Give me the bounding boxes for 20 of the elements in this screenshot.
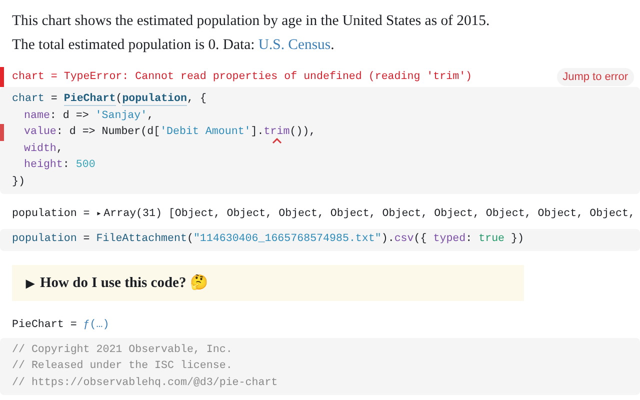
code-line: value: d => Number(d['Debit Amount'].trim()), [24, 124, 316, 140]
code-comment: // Copyright 2021 Observable, Inc. [12, 342, 232, 358]
code-line: name: d => 'Sanjay', [24, 108, 154, 124]
census-link[interactable]: U.S. Census [258, 37, 331, 53]
error-marker [0, 67, 4, 87]
details-summary[interactable]: How do I use this code? 🤔 [40, 274, 208, 292]
disclosure-toggle[interactable]: ▶ [26, 276, 34, 290]
code-line: }) [12, 174, 25, 190]
jump-to-error-button[interactable]: Jump to error [556, 68, 634, 86]
code-comment: // https://observablehq.com/@d3/pie-chart [12, 376, 278, 390]
code-line: width, [24, 142, 63, 156]
cell-output: population = ▸ Array(31) [Object, Object, Object, Object, Object, Object, Object, Object, Object, [12, 207, 635, 222]
error-message: chart = TypeError: Cannot read properties of undefined (reading 'trim') [12, 71, 472, 83]
description-text: This chart shows the estimated population by age in the United States as of 2015. [12, 12, 491, 31]
code-line: chart = PieChart(population, { [12, 92, 206, 108]
code-comment: // Released under the ISC license. [12, 359, 232, 374]
code-line: population = FileAttachment("114630406_1665768574985.txt").csv({ typed: true }) [12, 232, 524, 246]
description-text: The total estimated population is 0. Data: U.S. Census. [12, 36, 336, 55]
cell-output: PieChart = ƒ(…) [12, 318, 110, 333]
code-line: height: 500 [24, 158, 96, 173]
